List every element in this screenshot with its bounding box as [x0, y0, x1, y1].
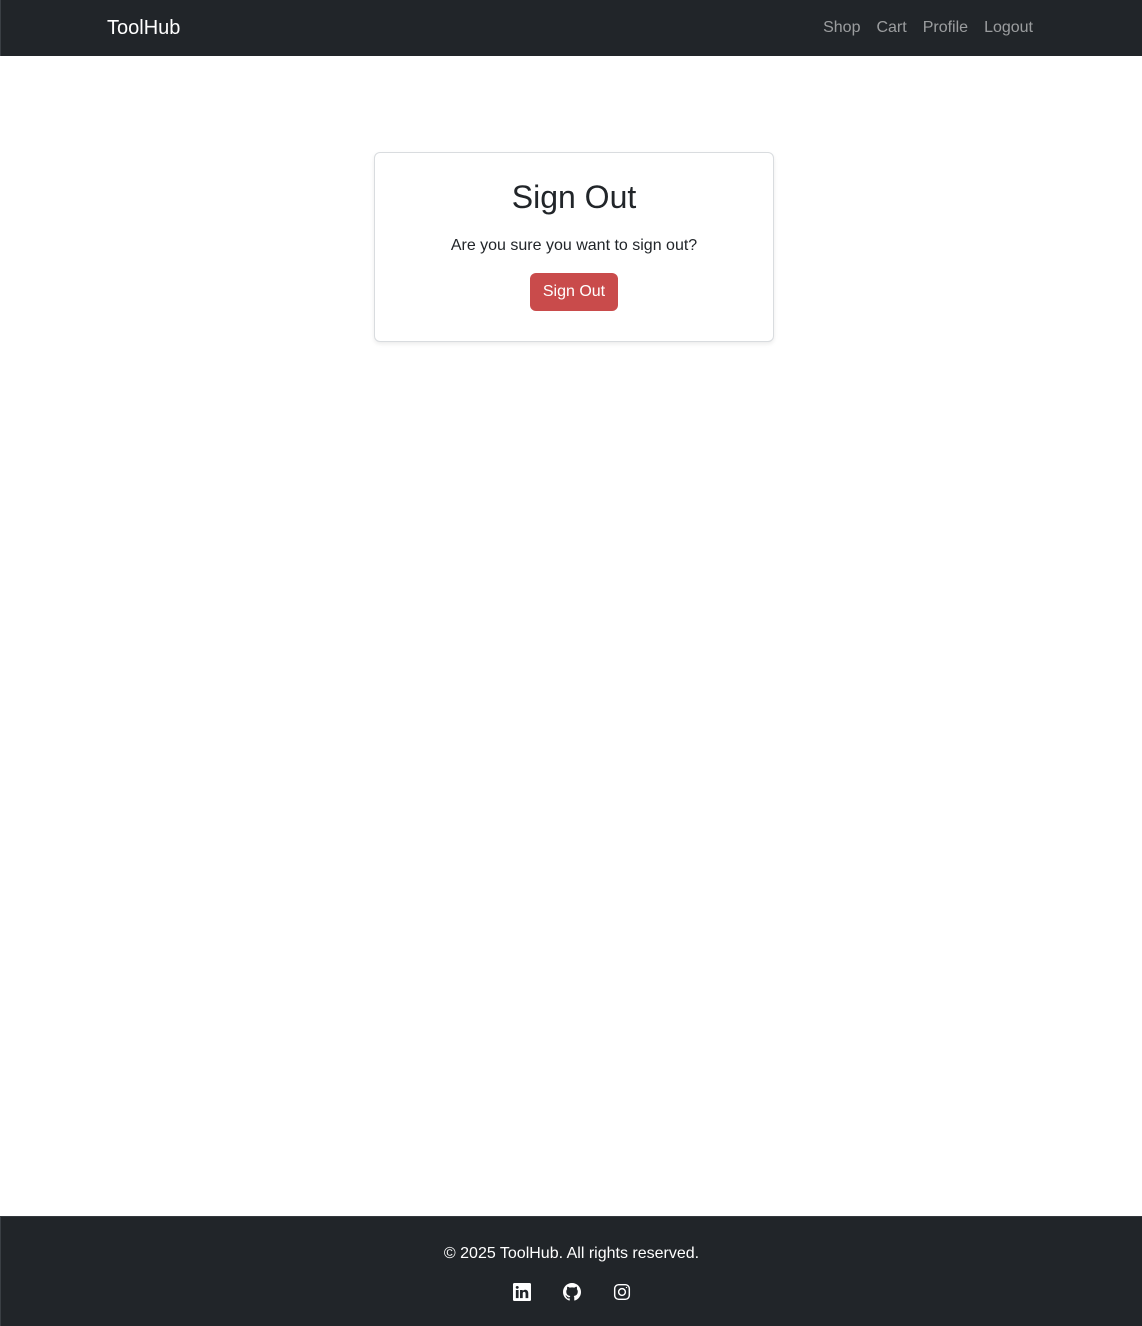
page: ToolHub Shop Cart Profile Logout Sign Ou…	[0, 0, 1142, 1326]
card-title: Sign Out	[511, 179, 637, 215]
sign-out-button[interactable]: Sign Out	[529, 273, 619, 311]
copyright-text: © 2025 ToolHub. All rights reserved.	[443, 1245, 700, 1262]
confirm-text: Are you sure you want to sign out?	[450, 237, 698, 254]
nav-link-cart[interactable]: Cart	[868, 17, 914, 39]
footer: © 2025 ToolHub. All rights reserved.	[0, 1216, 1142, 1326]
sign-out-card: Sign Out Are you sure you want to sign o…	[374, 152, 774, 342]
nav-link-profile[interactable]: Profile	[915, 17, 976, 39]
navbar: ToolHub Shop Cart Profile Logout	[0, 0, 1142, 56]
github-icon[interactable]	[562, 1283, 581, 1301]
linkedin-icon[interactable]	[512, 1283, 531, 1301]
brand-link[interactable]: ToolHub	[107, 15, 180, 41]
social-links	[1, 1283, 1142, 1301]
nav-links: Shop Cart Profile Logout	[815, 17, 1033, 39]
nav-link-shop[interactable]: Shop	[815, 17, 868, 39]
instagram-icon[interactable]	[613, 1283, 631, 1301]
nav-link-logout[interactable]: Logout	[976, 17, 1033, 39]
